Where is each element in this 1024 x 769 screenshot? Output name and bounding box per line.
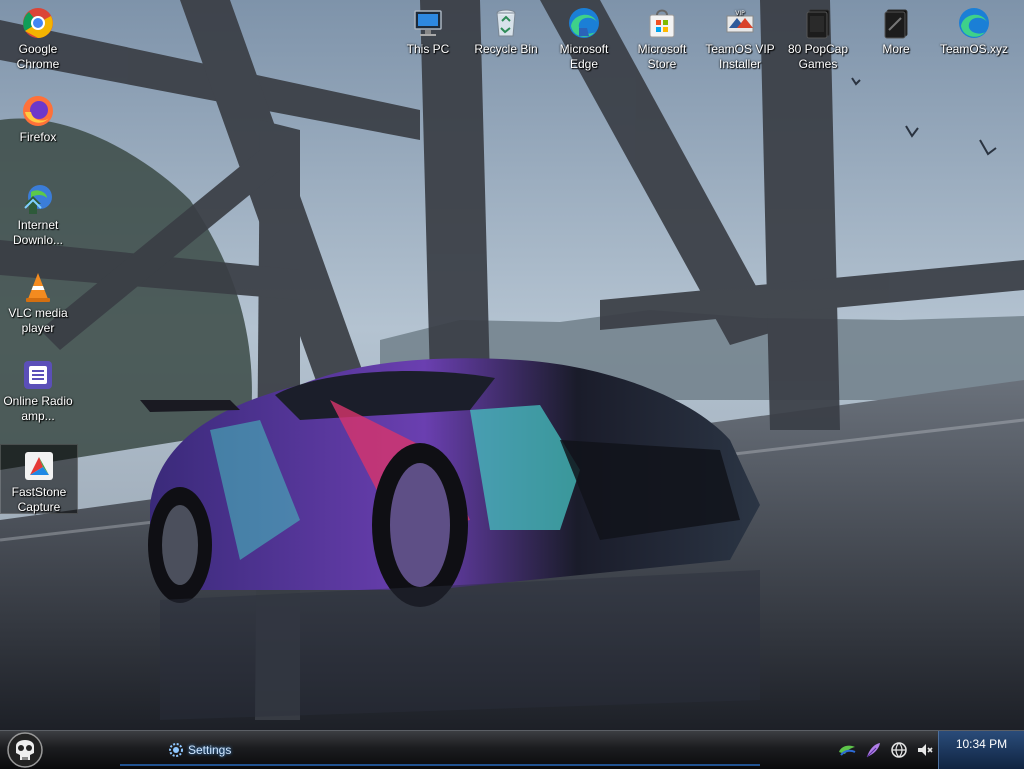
desktop-icon-label: More [882,42,910,56]
desktop-icon-edge[interactable]: Microsoft Edge [546,2,622,72]
desktop-icon-recycle-bin[interactable]: Recycle Bin [468,2,544,57]
desktop-wallpaper [0,0,1024,730]
desktop-icon-label: Recycle Bin [474,42,538,56]
computer-monitor-icon [411,6,445,40]
desktop-icon-store[interactable]: Microsoft Store [624,2,700,72]
desktop-icon-more[interactable]: More [858,2,934,57]
desktop-icon-label: TeamOS.xyz [939,42,1008,56]
faststone-capture-icon [22,449,56,483]
desktop-icon-label: Microsoft Edge [559,42,609,71]
desktop-icon-firefox[interactable]: Firefox [0,90,76,145]
security-shield-icon[interactable] [837,740,857,760]
volume-muted-icon[interactable] [915,740,935,760]
taskbar-item-settings[interactable]: Settings [158,737,318,763]
desktop-icon-label: 80 PopCap Games [787,42,849,71]
edge-icon [567,6,601,40]
system-tray: 10:34 PM [834,731,1024,769]
store-bag-icon [645,6,679,40]
desktop-icon-chrome[interactable]: Google Chrome [0,2,76,72]
radio-app-icon [21,358,55,392]
taskbar: Settings 10:34 PM [0,730,1024,769]
svg-text:VIP: VIP [735,10,745,17]
chrome-icon [21,6,55,40]
desktop-icon-idm[interactable]: Internet Downlo... [0,178,76,248]
desktop-icon-label: FastStone Capture [11,485,67,514]
desktop-icon-teamos-xyz[interactable]: TeamOS.xyz [936,2,1012,57]
skull-orb-icon [7,732,43,768]
desktop-icon-label: Google Chrome [16,42,60,71]
desktop-icon-this-pc[interactable]: This PC [390,2,466,57]
wallpaper-art [0,0,1024,730]
desktop-icon-label: VLC media player [8,306,68,335]
teamos-installer-icon: VIP [723,6,757,40]
desktop-icon-label: Online Radio amp... [3,394,73,423]
desktop-icon-popcap[interactable]: 80 PopCap Games [780,2,856,72]
clock-time: 10:34 PM [955,737,1008,751]
network-globe-icon[interactable] [889,740,909,760]
desktop-icon-vlc[interactable]: VLC media player [0,266,76,336]
desktop-icon-label: Internet Downlo... [12,218,64,247]
recycle-bin-icon [489,6,523,40]
vlc-cone-icon [21,270,55,304]
desktop-icon-radio[interactable]: Online Radio amp... [0,354,76,424]
desktop-icon-faststone[interactable]: FastStone Capture [0,444,78,514]
gear-icon [169,743,183,757]
desktop-icon-label: Firefox [19,130,57,144]
firefox-icon [21,94,55,128]
desktop-icon-label: TeamOS VIP Installer [705,42,775,71]
taskbar-clock[interactable]: 10:34 PM [938,731,1024,769]
taskbar-item-label: Settings [188,743,232,757]
popcap-games-icon [801,6,835,40]
more-games-icon [879,6,913,40]
feather-icon[interactable] [863,740,883,760]
desktop-icon-teamos-installer[interactable]: VIP TeamOS VIP Installer [702,2,778,72]
internet-download-manager-icon [21,182,55,216]
start-button[interactable] [4,731,46,769]
edge-shortcut-icon [957,6,991,40]
desktop-icon-label: This PC [406,42,450,56]
desktop-icon-label: Microsoft Store [637,42,687,71]
